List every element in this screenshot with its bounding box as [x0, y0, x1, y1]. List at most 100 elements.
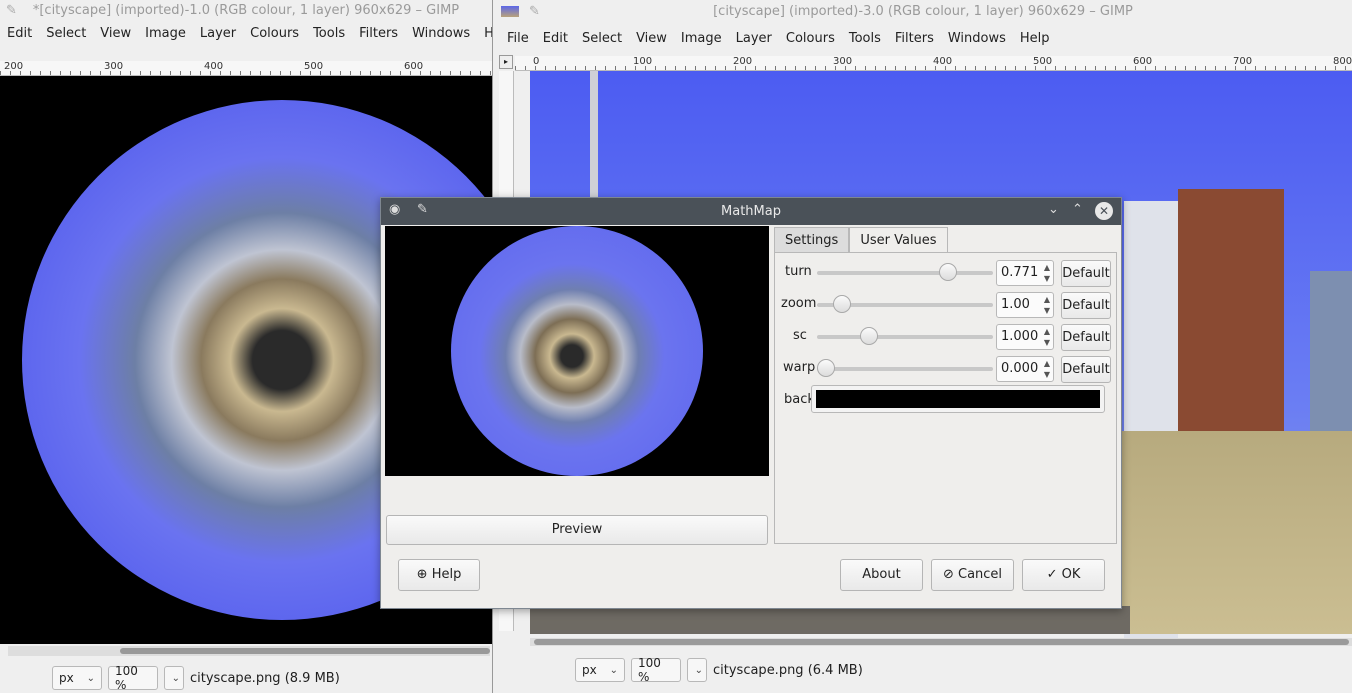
cancel-button[interactable]: ⊘ Cancel — [931, 559, 1014, 591]
param-label: zoom — [781, 296, 817, 311]
zoom-default-button[interactable]: Default — [1061, 292, 1111, 319]
ruler-tick: 600 — [404, 61, 424, 72]
dialog-title: MathMap — [721, 204, 781, 219]
chevron-down-icon: ⌄ — [694, 664, 703, 676]
ruler-tick: 800 — [1333, 56, 1352, 67]
foreground-buildings — [530, 606, 1130, 634]
sc-value-field[interactable]: 1.000 ▲ ▼ — [996, 324, 1054, 350]
menu-image[interactable]: Image — [674, 31, 729, 46]
ruler-tick: 0 — [533, 56, 540, 67]
ruler-tick: 300 — [833, 56, 853, 67]
warp-value-field[interactable]: 0.000 ▲ ▼ — [996, 356, 1054, 382]
menu-tools[interactable]: Tools — [306, 26, 352, 41]
pin-icon[interactable]: ✎ — [6, 0, 17, 22]
right-unit-select[interactable]: px ⌄ — [575, 658, 625, 682]
menu-image[interactable]: Image — [138, 26, 193, 41]
back-color-button[interactable] — [811, 385, 1105, 413]
menu-filters[interactable]: Filters — [352, 26, 405, 41]
turn-slider-knob[interactable] — [938, 263, 957, 281]
ruler-tick: 500 — [1033, 56, 1053, 67]
spin-up-icon: ▲ — [1043, 327, 1050, 336]
preview-button[interactable]: Preview — [386, 515, 768, 545]
pin-icon[interactable]: ✎ — [529, 0, 540, 24]
left-window-title: *[cityscape] (imported)-1.0 (RGB colour,… — [32, 3, 460, 18]
turn-default-button[interactable]: Default — [1061, 260, 1111, 287]
menu-filters[interactable]: Filters — [888, 31, 941, 46]
left-status-text: cityscape.png (8.9 MB) — [190, 670, 340, 686]
maximize-icon[interactable]: ⌃ — [1072, 202, 1083, 217]
menu-select[interactable]: Select — [39, 26, 93, 41]
left-horizontal-scrollbar[interactable] — [8, 646, 490, 656]
dialog-titlebar: ◉ ✎ MathMap ⌄ ⌃ ✕ — [381, 198, 1121, 225]
tab-settings[interactable]: Settings — [774, 227, 850, 253]
turn-slider-track[interactable] — [817, 271, 993, 275]
ruler-corner-button[interactable]: ▸ — [499, 55, 513, 69]
spin-down-icon: ▼ — [1043, 306, 1050, 315]
menu-colours[interactable]: Colours — [243, 26, 306, 41]
ruler-tick: 600 — [1133, 56, 1153, 67]
about-button[interactable]: About — [840, 559, 923, 591]
ruler-tick: 200 — [733, 56, 753, 67]
menu-layer[interactable]: Layer — [193, 26, 243, 41]
ruler-tick: 400 — [933, 56, 953, 67]
zoom-slider-knob[interactable] — [832, 295, 851, 313]
menu-windows[interactable]: Windows — [405, 26, 477, 41]
left-zoom-dropdown[interactable]: ⌄ — [164, 666, 184, 690]
sc-slider-knob[interactable] — [859, 327, 878, 345]
spin-down-icon: ▼ — [1043, 370, 1050, 379]
help-button[interactable]: ⊕ Help — [398, 559, 480, 591]
param-label: warp — [783, 360, 816, 375]
ruler-tick: 100 — [633, 56, 653, 67]
menu-edit[interactable]: Edit — [536, 31, 575, 46]
menu-layer[interactable]: Layer — [729, 31, 779, 46]
menu-file[interactable]: File — [500, 31, 536, 46]
right-window-title: [cityscape] (imported)-3.0 (RGB colour, … — [713, 4, 1133, 19]
tab-user-values[interactable]: User Values — [849, 227, 948, 253]
left-zoom-field[interactable]: 100 % — [108, 664, 158, 692]
right-zoom-dropdown[interactable]: ⌄ — [687, 658, 707, 682]
ruler-tick: 700 — [1233, 56, 1253, 67]
left-menubar: Edit Select View Image Layer Colours Too… — [0, 22, 492, 44]
left-unit-select[interactable]: px ⌄ — [52, 666, 102, 690]
warp-slider-knob[interactable] — [817, 359, 835, 377]
minimize-icon[interactable]: ⌄ — [1048, 202, 1059, 217]
tab-bar: Settings User Values — [774, 227, 948, 253]
spin-up-icon: ▲ — [1043, 359, 1050, 368]
param-row-turn: turn 0.771 ▲ ▼ Default — [775, 257, 1115, 287]
right-horizontal-scrollbar[interactable] — [530, 638, 1352, 646]
menu-help[interactable]: Help — [1013, 31, 1057, 46]
param-row-warp: warp 0.000 ▲ ▼ Default — [775, 353, 1115, 383]
param-row-zoom: zoom 1.00 ▲ ▼ Default — [775, 289, 1115, 319]
menu-tools[interactable]: Tools — [842, 31, 888, 46]
warp-default-button[interactable]: Default — [1061, 356, 1111, 383]
menu-view[interactable]: View — [93, 26, 138, 41]
right-zoom-field[interactable]: 100 % — [631, 656, 681, 684]
back-color-swatch — [816, 390, 1100, 408]
right-horizontal-ruler[interactable]: 0 100 200 300 400 500 600 700 800 — [515, 56, 1352, 71]
ruler-tick: 400 — [204, 61, 224, 72]
menu-colours[interactable]: Colours — [779, 31, 842, 46]
warp-slider-track[interactable] — [817, 367, 993, 371]
menu-view[interactable]: View — [629, 31, 674, 46]
menu-edit[interactable]: Edit — [0, 26, 39, 41]
menu-select[interactable]: Select — [575, 31, 629, 46]
right-menubar: File Edit Select View Image Layer Colour… — [493, 24, 1352, 52]
chevron-down-icon: ⌄ — [86, 672, 95, 684]
chevron-down-icon: ⌄ — [171, 672, 180, 684]
ok-button[interactable]: ✓ OK — [1022, 559, 1105, 591]
turn-value-field[interactable]: 0.771 ▲ ▼ — [996, 260, 1054, 286]
close-icon[interactable]: ✕ — [1095, 202, 1113, 220]
ruler-tick: 500 — [304, 61, 324, 72]
menu-windows[interactable]: Windows — [941, 31, 1013, 46]
spin-down-icon: ▼ — [1043, 274, 1050, 283]
cn-tower — [590, 71, 598, 201]
menu-help[interactable]: Help — [477, 26, 492, 41]
zoom-value-field[interactable]: 1.00 ▲ ▼ — [996, 292, 1054, 318]
user-values-panel: turn 0.771 ▲ ▼ Default zoom 1.00 ▲ ▼ Default… — [774, 252, 1117, 544]
left-horizontal-ruler[interactable]: 200 300 400 500 600 — [0, 61, 492, 76]
sc-slider-track[interactable] — [817, 335, 993, 339]
ruler-tick: 300 — [104, 61, 124, 72]
param-row-back: back — [775, 385, 1115, 415]
window-thumbnail-icon — [501, 6, 519, 17]
sc-default-button[interactable]: Default — [1061, 324, 1111, 351]
